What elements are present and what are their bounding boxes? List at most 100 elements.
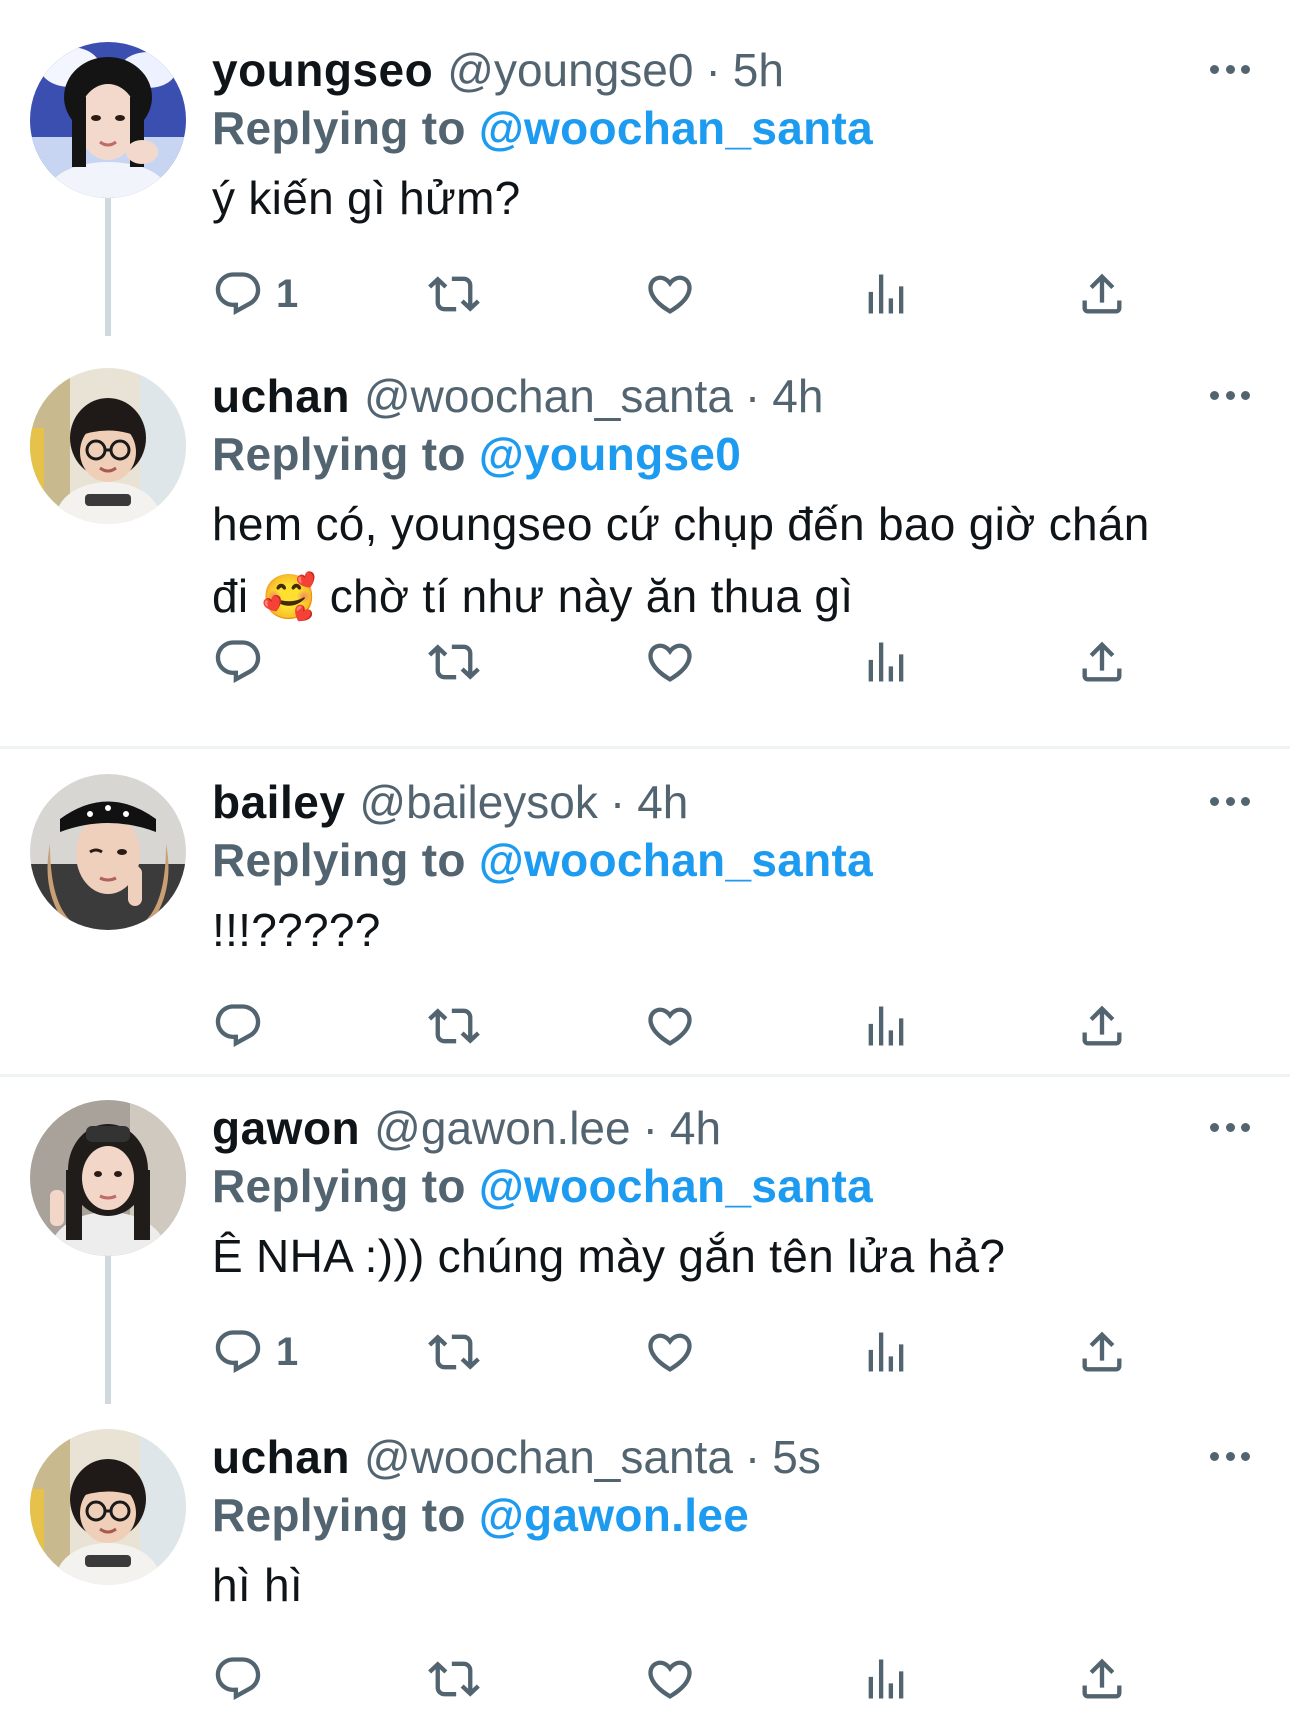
retweet-button[interactable]	[428, 1322, 480, 1382]
retweet-button[interactable]	[428, 996, 480, 1056]
timestamp[interactable]: 5s	[772, 1427, 821, 1487]
views-icon	[860, 1653, 912, 1705]
user-handle[interactable]: @baileysok	[359, 772, 597, 832]
replying-to: Replying to @woochan_santa	[212, 1158, 1250, 1214]
retweet-icon	[428, 636, 480, 688]
tweet-text: Ê NHA :))) chúng mày gắn tên lửa hả?	[212, 1230, 1006, 1282]
display-name[interactable]: uchan	[212, 1427, 350, 1487]
uchan-avatar	[30, 1429, 186, 1585]
display-name[interactable]: uchan	[212, 366, 350, 426]
tweet-text-line: đi 🥰 chờ tí như này ăn thua gì	[212, 560, 1250, 634]
retweet-icon	[428, 268, 480, 320]
avatar[interactable]	[30, 368, 186, 524]
user-handle[interactable]: @woochan_santa	[364, 366, 733, 426]
reply-count: 1	[276, 271, 299, 316]
retweet-button[interactable]	[428, 264, 480, 324]
divider	[0, 746, 1290, 749]
heart-icon	[644, 1326, 696, 1378]
timestamp[interactable]: 4h	[637, 772, 688, 832]
timestamp[interactable]: 5h	[733, 40, 784, 100]
action-bar	[212, 1649, 1132, 1709]
share-button[interactable]	[1076, 632, 1128, 692]
views-icon	[860, 1000, 912, 1052]
tweet[interactable]: uchan @woochan_santa · 4h Replying to @y…	[0, 330, 1290, 750]
like-button[interactable]	[644, 1322, 696, 1382]
more-icon[interactable]	[1210, 62, 1250, 76]
like-button[interactable]	[644, 632, 696, 692]
share-button[interactable]	[1076, 1649, 1128, 1709]
separator-dot: ·	[609, 776, 626, 828]
tweet[interactable]: uchan @woochan_santa · 5s Replying to @g…	[0, 1403, 1290, 1723]
reply-count: 1	[276, 1329, 299, 1374]
share-button[interactable]	[1076, 996, 1128, 1056]
views-button[interactable]	[860, 1649, 912, 1709]
views-icon	[860, 268, 912, 320]
more-icon[interactable]	[1210, 1449, 1250, 1463]
mention-link[interactable]: @youngse0	[479, 428, 741, 480]
heart-icon	[644, 636, 696, 688]
reply-icon	[212, 268, 264, 320]
mention-link[interactable]: @woochan_santa	[479, 834, 873, 886]
separator-dot: ·	[642, 1102, 658, 1154]
like-button[interactable]	[644, 996, 696, 1056]
timestamp[interactable]: 4h	[772, 366, 823, 426]
bailey-avatar	[30, 774, 186, 930]
views-button[interactable]	[860, 996, 912, 1056]
heart-icon	[644, 1000, 696, 1052]
display-name[interactable]: youngseo	[212, 40, 433, 100]
avatar[interactable]	[30, 774, 186, 930]
share-icon	[1076, 636, 1128, 688]
tweet[interactable]: bailey @baileysok · 4h Replying to @wooc…	[0, 750, 1290, 1072]
uchan-avatar	[30, 368, 186, 524]
mention-link[interactable]: @woochan_santa	[479, 1160, 873, 1212]
tweet-text: ý kiến gì hửm?	[212, 172, 521, 224]
more-icon[interactable]	[1210, 1120, 1250, 1134]
mention-link[interactable]: @woochan_santa	[479, 102, 873, 154]
tweet-text-fragment: chờ tí như này ăn thua gì	[329, 570, 854, 622]
tweet-text-line: hem có, youngseo cứ chụp đến bao giờ chá…	[212, 498, 1150, 550]
share-icon	[1076, 1000, 1128, 1052]
reply-icon	[212, 1326, 264, 1378]
more-icon[interactable]	[1210, 794, 1250, 808]
user-handle[interactable]: @gawon.lee	[374, 1098, 630, 1158]
views-button[interactable]	[860, 1322, 912, 1382]
like-button[interactable]	[644, 1649, 696, 1709]
reply-button[interactable]: 1	[212, 264, 298, 324]
more-icon[interactable]	[1210, 388, 1250, 402]
reply-button[interactable]	[212, 632, 264, 692]
like-button[interactable]	[644, 264, 696, 324]
retweet-icon	[428, 1000, 480, 1052]
separator-dot: ·	[705, 44, 721, 96]
action-bar: 1	[212, 1322, 1132, 1382]
views-button[interactable]	[860, 264, 912, 324]
user-handle[interactable]: @woochan_santa	[364, 1427, 733, 1487]
share-icon	[1076, 1326, 1128, 1378]
reply-button[interactable]: 1	[212, 1322, 298, 1382]
tweet[interactable]: youngseo @youngse0 · 5h Replying to @woo…	[0, 0, 1290, 336]
action-bar	[212, 632, 1132, 692]
avatar[interactable]	[30, 1100, 186, 1256]
retweet-button[interactable]	[428, 632, 480, 692]
reply-button[interactable]	[212, 1649, 264, 1709]
tweet[interactable]: gawon @gawon.lee · 4h Replying to @wooch…	[0, 1078, 1290, 1404]
display-name[interactable]: bailey	[212, 772, 345, 832]
avatar[interactable]	[30, 42, 186, 198]
user-handle[interactable]: @youngse0	[447, 40, 693, 100]
replying-label: Replying to	[212, 1489, 466, 1541]
timestamp[interactable]: 4h	[670, 1098, 721, 1158]
share-button[interactable]	[1076, 264, 1128, 324]
retweet-icon	[428, 1326, 480, 1378]
replying-to: Replying to @woochan_santa	[212, 832, 1250, 888]
reply-button[interactable]	[212, 996, 264, 1056]
share-icon	[1076, 268, 1128, 320]
thread-line	[105, 1254, 111, 1404]
views-icon	[860, 1326, 912, 1378]
share-button[interactable]	[1076, 1322, 1128, 1382]
replying-to: Replying to @youngse0	[212, 426, 1250, 482]
avatar[interactable]	[30, 1429, 186, 1585]
mention-link[interactable]: @gawon.lee	[479, 1489, 749, 1541]
views-button[interactable]	[860, 632, 912, 692]
retweet-button[interactable]	[428, 1649, 480, 1709]
display-name[interactable]: gawon	[212, 1098, 360, 1158]
views-icon	[860, 636, 912, 688]
